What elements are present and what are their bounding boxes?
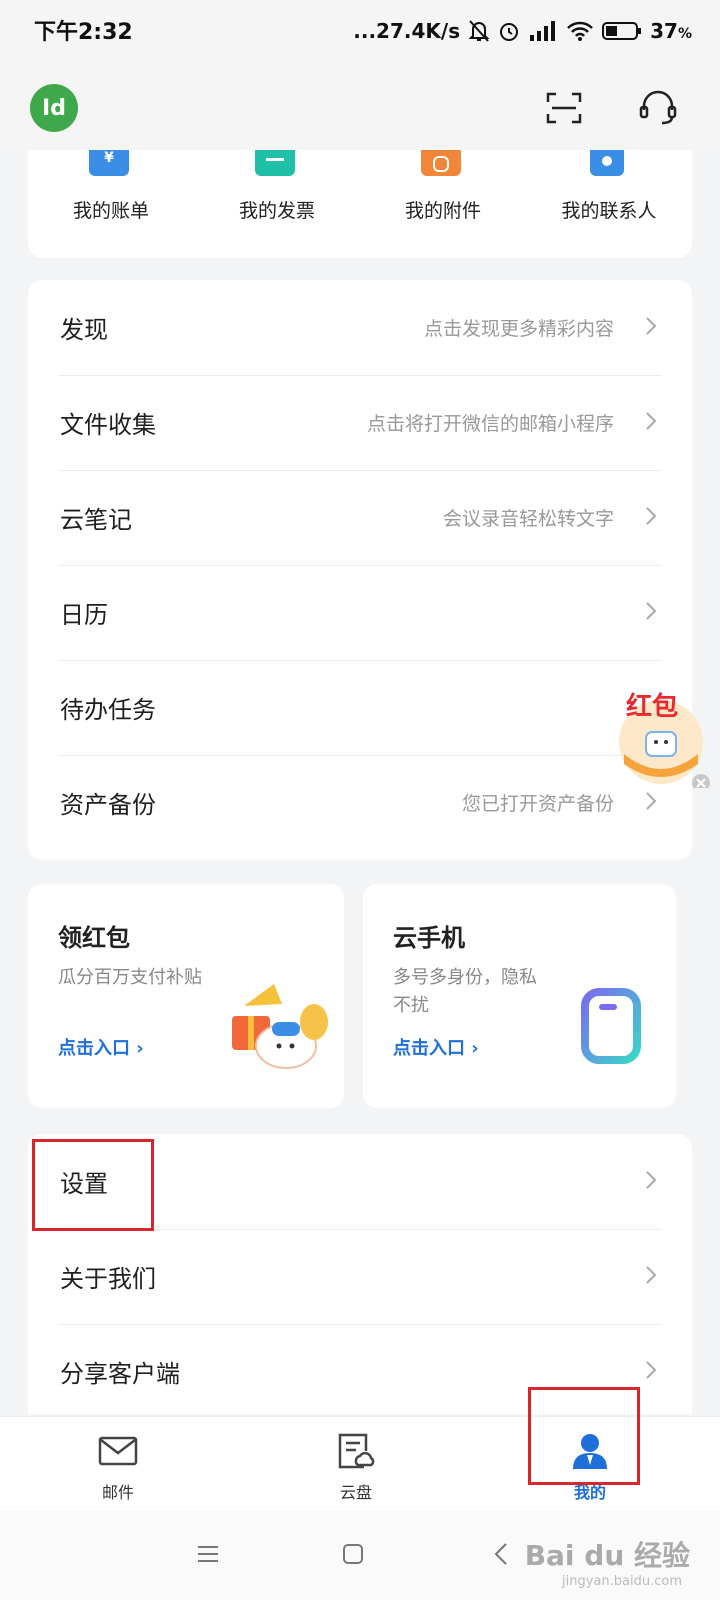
home-icon[interactable]	[342, 1543, 364, 1565]
list-item-todo[interactable]: 待办任务	[28, 660, 692, 756]
system-nav-bar: Bai du 经验 jingyan.baidu.com	[0, 1510, 720, 1600]
quick-item-bill[interactable]: ¥ 我的账单	[28, 150, 194, 258]
quick-item-invoice[interactable]: 我的发票	[194, 150, 360, 258]
chevron-right-icon: ›	[471, 1038, 479, 1059]
status-bar: 下午2:32 ...27.4K/s 37%	[0, 0, 720, 64]
signal-icon	[528, 19, 558, 43]
scan-icon[interactable]	[542, 86, 586, 130]
chevron-right-icon	[646, 792, 657, 810]
feature-list: 发现 点击发现更多精彩内容 文件收集 点击将打开微信的邮箱小程序 云笔记 会议录…	[28, 280, 692, 860]
bill-icon: ¥	[89, 150, 129, 176]
chevron-right-icon	[646, 317, 657, 335]
menu-icon[interactable]	[196, 1544, 220, 1564]
list-item-file-collect[interactable]: 文件收集 点击将打开微信的邮箱小程序	[28, 375, 692, 471]
watermark-brand: Bai du 经验	[524, 1539, 690, 1572]
top-header: Id	[0, 64, 720, 152]
red-packet-badge: 红包	[626, 692, 679, 722]
network-speed: ...27.4K/s	[353, 19, 461, 43]
promo-cloud-phone[interactable]: 云手机 多号多身份，隐私不扰 点击入口 ›	[363, 884, 676, 1108]
cloud-drive-icon	[338, 1433, 375, 1469]
profile-highlight-box	[528, 1387, 640, 1485]
chevron-right-icon	[646, 1361, 657, 1379]
promo-red-packet[interactable]: 领红包 瓜分百万支付补贴 点击入口 ›	[28, 884, 344, 1108]
chevron-right-icon	[646, 1171, 657, 1189]
status-icons: ...27.4K/s 37%	[353, 16, 692, 46]
contacts-icon	[590, 150, 624, 176]
chevron-right-icon	[646, 412, 657, 430]
mail-icon	[98, 1436, 138, 1466]
red-packet-float[interactable]: 红包	[616, 692, 710, 792]
list-item-calendar[interactable]: 日历	[28, 565, 692, 661]
bottom-tab-bar: 邮件 云盘 我的	[0, 1387, 720, 1511]
bell-off-icon	[468, 19, 490, 43]
customer-service-icon[interactable]	[636, 86, 680, 130]
promo-cloud-phone-link[interactable]: 点击入口 ›	[393, 1034, 479, 1060]
battery-icon	[602, 21, 642, 41]
list-item-asset-backup[interactable]: 资产备份 您已打开资产备份	[28, 755, 692, 851]
tab-cloud-drive[interactable]: 云盘	[296, 1417, 416, 1511]
list-item-about[interactable]: 关于我们	[28, 1229, 692, 1325]
chevron-right-icon: ›	[136, 1038, 144, 1059]
invoice-icon	[255, 150, 295, 176]
promo-red-packet-link[interactable]: 点击入口 ›	[58, 1034, 144, 1060]
settings-highlight-box	[32, 1139, 154, 1231]
chevron-right-icon	[646, 602, 657, 620]
red-packet-illustration	[232, 984, 328, 1069]
alarm-icon	[498, 19, 520, 43]
quick-item-attachment[interactable]: 我的附件	[360, 150, 526, 258]
wifi-icon	[566, 20, 594, 42]
list-item-cloud-notes[interactable]: 云笔记 会议录音轻松转文字	[28, 470, 692, 566]
back-icon[interactable]	[494, 1542, 508, 1566]
cloud-phone-icon	[581, 988, 641, 1064]
status-time: 下午2:32	[34, 20, 133, 45]
chevron-right-icon	[646, 1266, 657, 1284]
battery-level: 37%	[650, 19, 692, 43]
quick-actions: ¥ 我的账单 我的发票 我的附件 我的联系人	[28, 150, 692, 258]
attachment-icon	[421, 150, 461, 176]
tab-mail[interactable]: 邮件	[58, 1417, 178, 1511]
quick-item-contacts[interactable]: 我的联系人	[526, 150, 692, 258]
avatar[interactable]: Id	[30, 84, 78, 132]
list-item-discover[interactable]: 发现 点击发现更多精彩内容	[28, 280, 692, 376]
chevron-right-icon	[646, 507, 657, 525]
watermark-url: jingyan.baidu.com	[562, 1574, 682, 1589]
